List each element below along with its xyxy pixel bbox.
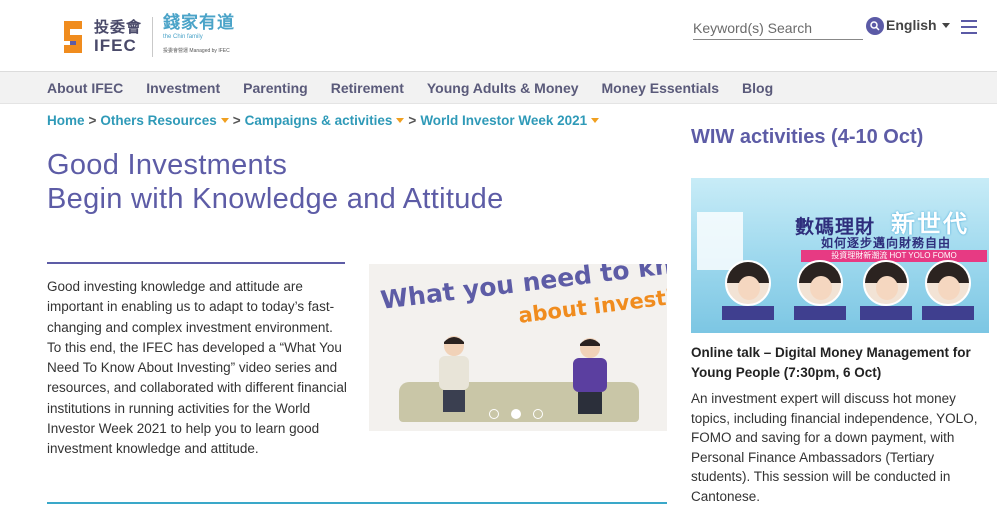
chevron-down-icon	[941, 22, 950, 28]
site-header: 投委會 IFEC 錢家有道 the Chin family 投委會營運 Mana…	[0, 0, 997, 72]
intro-paragraph: Good investing knowledge and attitude ar…	[47, 279, 347, 457]
presenter-right-image	[573, 338, 607, 414]
nav-item-parenting[interactable]: Parenting	[243, 80, 308, 96]
logo-divider	[152, 17, 154, 57]
page-title-line2: Begin with Knowledge and Attitude	[47, 183, 504, 215]
nav-item-investment[interactable]: Investment	[146, 80, 220, 96]
event-poster-image[interactable]: 數碼理財 新世代 如何逐步邁向財務自由 投資理財新潮流 HOT YOLO FOM…	[691, 178, 989, 333]
poster-band: 投資理財新潮流 HOT YOLO FOMO	[801, 250, 987, 262]
carousel-dot[interactable]	[489, 409, 499, 419]
breadcrumb-separator: >	[88, 113, 97, 128]
hamburger-menu-icon[interactable]	[961, 20, 977, 34]
ifec-logo-text: 投委會 IFEC	[94, 19, 142, 55]
chin-logo-sub: the Chin family	[163, 34, 203, 40]
poster-subheadline: 如何逐步邁向財務自由	[821, 236, 952, 250]
ifec-logo[interactable]: 投委會 IFEC 錢家有道 the Chin family 投委會營運 Mana…	[58, 13, 236, 58]
breadcrumb-separator: >	[232, 113, 241, 128]
carousel-dot[interactable]	[533, 409, 543, 419]
search-icon	[870, 21, 880, 31]
presenter-left-image	[439, 336, 469, 412]
speaker-name-tag	[922, 306, 974, 320]
chevron-down-icon[interactable]	[220, 118, 229, 123]
talk-title-link[interactable]: Online talk – Digital Money Management f…	[691, 343, 991, 383]
chevron-down-icon[interactable]	[591, 118, 600, 123]
search-button[interactable]	[866, 17, 884, 35]
breadcrumb-others-resources[interactable]: Others Resources	[100, 113, 216, 128]
nav-item-money-essentials[interactable]: Money Essentials	[602, 80, 720, 96]
page-title-line1: Good Investments	[47, 149, 288, 181]
breadcrumb: Home > Others Resources > Campaigns & ac…	[47, 113, 600, 128]
main-nav: About IFEC Investment Parenting Retireme…	[0, 72, 997, 104]
language-label: English	[886, 17, 937, 33]
speaker-portrait	[925, 260, 971, 306]
divider	[47, 262, 345, 264]
language-select[interactable]: English	[886, 17, 950, 33]
search-input[interactable]	[693, 16, 863, 40]
nav-item-retirement[interactable]: Retirement	[331, 80, 404, 96]
speaker-name-tag	[860, 306, 912, 320]
nav-item-young-adults[interactable]: Young Adults & Money	[427, 80, 579, 96]
speaker-portrait	[863, 260, 909, 306]
talk-description: An investment expert will discuss hot mo…	[691, 391, 978, 504]
logo-zh: 投委會	[94, 19, 143, 36]
breadcrumb-home[interactable]: Home	[47, 113, 85, 128]
nav-item-about-ifec[interactable]: About IFEC	[47, 80, 123, 96]
ifec-logo-mark-icon	[64, 21, 82, 53]
carousel-dot-active[interactable]	[511, 409, 521, 419]
carousel-pagination	[489, 409, 543, 419]
breadcrumb-separator: >	[408, 113, 417, 128]
chevron-down-icon[interactable]	[396, 118, 405, 123]
chin-logo-managed: 投委會營運 Managed by IFEC	[163, 48, 230, 54]
chin-logo-zh: 錢家有道	[163, 13, 236, 32]
logo-en: IFEC	[94, 36, 137, 55]
speaker-portrait	[725, 260, 771, 306]
breadcrumb-campaigns[interactable]: Campaigns & activities	[245, 113, 393, 128]
page-title: Good Investments Begin with Knowledge an…	[47, 148, 504, 216]
sidebar-title: WIW activities (4-10 Oct)	[691, 126, 924, 148]
breadcrumb-world-investor-week[interactable]: World Investor Week 2021	[420, 113, 587, 128]
speaker-name-tag	[722, 306, 774, 320]
speaker-portrait	[797, 260, 843, 306]
divider	[47, 502, 667, 504]
speaker-name-tag	[794, 306, 846, 320]
nav-item-blog[interactable]: Blog	[742, 80, 773, 96]
chin-family-logo: 錢家有道 the Chin family 投委會營運 Managed by IF…	[163, 13, 236, 58]
video-carousel[interactable]: What you need to know about investing	[369, 264, 667, 431]
